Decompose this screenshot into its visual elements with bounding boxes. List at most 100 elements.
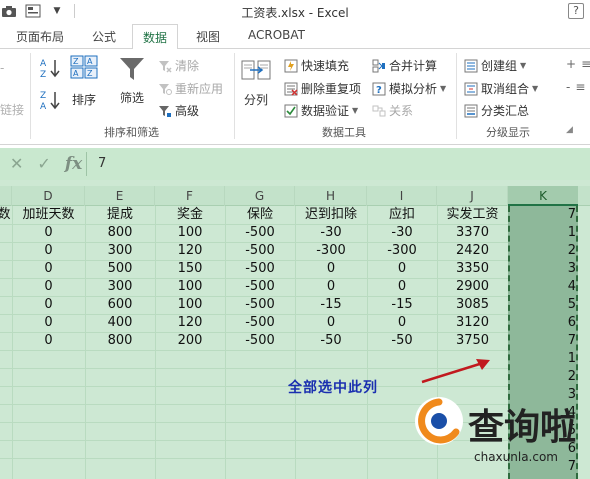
table-cell[interactable]: 800	[85, 332, 155, 350]
column-header-i[interactable]: I	[367, 186, 437, 206]
table-cell[interactable]: 0	[12, 260, 85, 278]
table-cell[interactable]: 100	[155, 224, 225, 242]
validation-dropdown-icon[interactable]: ▼	[352, 106, 358, 115]
table-cell[interactable]: -300	[367, 242, 437, 260]
k-column-cell[interactable]: 2	[508, 242, 576, 260]
k-column-cell[interactable]: 7	[508, 332, 576, 350]
what-if-analysis-button[interactable]: ? 模拟分析 ▼	[372, 80, 446, 97]
consolidate-button[interactable]: 合并计算	[372, 57, 437, 74]
table-cell[interactable]: 0	[367, 278, 437, 296]
table-cell[interactable]: -15	[295, 296, 367, 314]
column-header-f[interactable]: F	[155, 186, 225, 206]
ungroup-dropdown-icon[interactable]: ▼	[532, 84, 538, 93]
column-header-g[interactable]: G	[225, 186, 295, 206]
edit-links-button[interactable]: 链接	[0, 101, 24, 118]
table-cell[interactable]: 0	[12, 278, 85, 296]
table-cell[interactable]: -500	[225, 224, 295, 242]
column-header-d[interactable]: D	[12, 186, 85, 206]
header-cell[interactable]: 加班天数	[12, 206, 85, 224]
sort-button[interactable]: 排序	[72, 91, 96, 108]
column-header-h[interactable]: H	[295, 186, 367, 206]
column-header-e[interactable]: E	[85, 186, 155, 206]
k-column-cell[interactable]: 2	[508, 368, 576, 386]
table-cell[interactable]: -50	[295, 332, 367, 350]
table-cell[interactable]: 100	[155, 296, 225, 314]
outline-dialog-launcher-icon[interactable]: ◢	[566, 125, 573, 135]
table-cell[interactable]: 3750	[437, 332, 508, 350]
column-header-j[interactable]: J	[437, 186, 508, 206]
sort-az-button[interactable]: AZ	[40, 57, 66, 79]
table-cell[interactable]: -500	[225, 314, 295, 332]
insert-function-icon[interactable]: fx	[65, 154, 82, 174]
tab-view[interactable]: 视图	[196, 28, 220, 45]
column-header-k-selected[interactable]: K	[508, 186, 578, 206]
table-cell[interactable]: -500	[225, 242, 295, 260]
advanced-filter-button[interactable]: 高级	[158, 102, 199, 119]
column-header-partial[interactable]	[0, 186, 12, 206]
data-validation-button[interactable]: 数据验证 ▼	[284, 102, 358, 119]
table-cell[interactable]: 0	[12, 242, 85, 260]
formula-input[interactable]: 7	[98, 156, 106, 171]
help-button[interactable]: ?	[568, 3, 584, 19]
table-cell[interactable]: -50	[367, 332, 437, 350]
table-cell[interactable]: 400	[85, 314, 155, 332]
flash-fill-button[interactable]: 快速填充	[284, 57, 349, 74]
group-dropdown-icon[interactable]: ▼	[520, 61, 526, 70]
table-cell[interactable]: -300	[295, 242, 367, 260]
table-cell[interactable]: -500	[225, 260, 295, 278]
tab-data[interactable]: 数据	[132, 24, 179, 50]
group-button[interactable]: 创建组 ▼	[464, 57, 526, 74]
table-cell[interactable]: 100	[155, 278, 225, 296]
tab-formulas[interactable]: 公式	[92, 28, 116, 45]
table-cell[interactable]: 3350	[437, 260, 508, 278]
table-cell[interactable]: 800	[85, 224, 155, 242]
header-cell[interactable]: 应扣	[367, 206, 437, 224]
tab-acrobat[interactable]: ACROBAT	[248, 28, 305, 42]
table-cell[interactable]: 0	[12, 296, 85, 314]
k-column-cell[interactable]: 3	[508, 260, 576, 278]
header-cell[interactable]: 数	[0, 206, 12, 224]
remove-duplicates-button[interactable]: 删除重复项	[284, 80, 361, 97]
enter-check-icon[interactable]: ✓	[37, 154, 50, 174]
tab-page-layout[interactable]: 页面布局	[16, 28, 64, 45]
k-column-cell[interactable]: 1	[508, 224, 576, 242]
header-cell[interactable]: 保险	[225, 206, 295, 224]
clear-filter-button[interactable]: 清除	[158, 57, 199, 74]
table-cell[interactable]: -30	[367, 224, 437, 242]
table-cell[interactable]: 0	[367, 314, 437, 332]
reapply-button[interactable]: 重新应用	[158, 80, 223, 97]
whatif-dropdown-icon[interactable]: ▼	[440, 84, 446, 93]
header-cell[interactable]: 迟到扣除	[295, 206, 367, 224]
filter-button[interactable]: 筛选	[118, 55, 146, 106]
sort-za-button[interactable]: ZA	[40, 89, 66, 111]
table-cell[interactable]: 300	[85, 242, 155, 260]
subtotal-button[interactable]: 分类汇总	[464, 102, 529, 119]
table-cell[interactable]: 3120	[437, 314, 508, 332]
worksheet-grid[interactable]: D E F G H I J K 数 加班天数 提成 奖金 保险 迟到扣除 应扣 …	[0, 180, 590, 479]
table-cell[interactable]: 0	[367, 260, 437, 278]
relationships-button[interactable]: 关系	[372, 102, 413, 119]
ungroup-button[interactable]: 取消组合 ▼	[464, 80, 538, 97]
table-cell[interactable]: 120	[155, 242, 225, 260]
table-cell[interactable]: -30	[295, 224, 367, 242]
table-cell[interactable]: -500	[225, 332, 295, 350]
table-cell[interactable]: 0	[12, 332, 85, 350]
table-cell[interactable]: -15	[367, 296, 437, 314]
table-cell[interactable]: 300	[85, 278, 155, 296]
table-cell[interactable]: 0	[295, 314, 367, 332]
table-cell[interactable]: -500	[225, 296, 295, 314]
show-detail-button[interactable]: + ≡	[566, 57, 590, 71]
table-cell[interactable]: 3085	[437, 296, 508, 314]
header-cell[interactable]: 提成	[85, 206, 155, 224]
table-cell[interactable]: -500	[225, 278, 295, 296]
table-cell[interactable]: 500	[85, 260, 155, 278]
table-cell[interactable]: 0	[12, 224, 85, 242]
cancel-icon[interactable]: ✕	[10, 154, 23, 174]
k-column-cell[interactable]: 1	[508, 350, 576, 368]
table-cell[interactable]: 0	[12, 314, 85, 332]
table-cell[interactable]: 200	[155, 332, 225, 350]
table-cell[interactable]: 2900	[437, 278, 508, 296]
k-column-cell[interactable]: 5	[508, 296, 576, 314]
table-cell[interactable]: 2420	[437, 242, 508, 260]
header-cell[interactable]: 奖金	[155, 206, 225, 224]
